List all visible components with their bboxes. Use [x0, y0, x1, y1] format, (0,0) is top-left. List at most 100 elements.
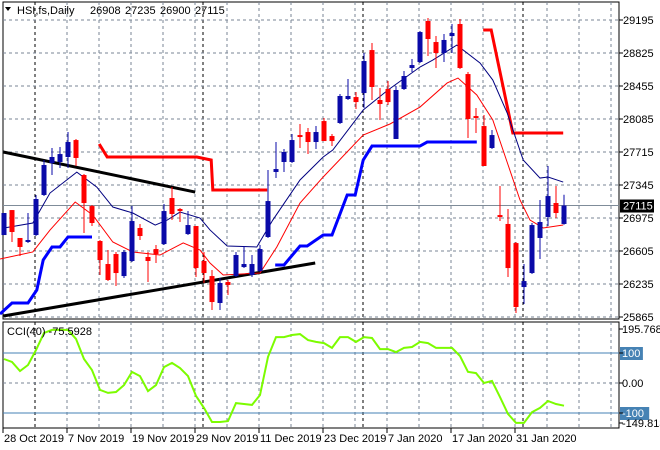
- candle-body: [129, 221, 135, 261]
- candle-body: [561, 205, 567, 224]
- time-label: 31 Jan 2020: [516, 433, 577, 445]
- cci-zero-label: 0.00: [622, 378, 643, 390]
- candle-body: [481, 126, 487, 167]
- candle-body: [497, 215, 503, 218]
- candle-body: [281, 152, 287, 162]
- candle-body: [41, 165, 47, 195]
- candle-bullish[interactable]: [257, 245, 263, 273]
- cci-max-label: 195.7682: [622, 324, 660, 336]
- candle-body: [425, 20, 431, 39]
- candle-body: [305, 132, 311, 143]
- price-label: 26235: [623, 279, 654, 291]
- candle-bearish[interactable]: [457, 19, 463, 70]
- candle-bullish[interactable]: [417, 31, 423, 63]
- candle-body: [505, 223, 511, 269]
- candle-body: [209, 276, 215, 303]
- time-label: 19 Nov 2019: [132, 433, 194, 445]
- candle-body: [337, 95, 343, 124]
- candle-body: [57, 154, 63, 162]
- time-label: 11 Dec 2019: [260, 433, 322, 445]
- candle-body: [265, 201, 271, 237]
- candle-body: [81, 175, 87, 204]
- time-label: 7 Jan 2020: [388, 433, 442, 445]
- price-label: 27345: [623, 180, 654, 192]
- time-label: 23 Dec 2019: [324, 433, 386, 445]
- candle-bullish[interactable]: [233, 251, 239, 278]
- price-label: 28825: [623, 48, 654, 60]
- candle-bearish[interactable]: [513, 241, 519, 313]
- grid: [2, 1, 620, 429]
- candle-body: [553, 203, 559, 214]
- candle-body: [89, 206, 95, 223]
- candle-body: [161, 211, 167, 245]
- low-value: 26900: [160, 5, 191, 17]
- candle-body: [433, 42, 439, 53]
- time-label: 17 Jan 2020: [452, 433, 513, 445]
- candle-body: [457, 24, 463, 68]
- candle-body: [409, 65, 415, 68]
- candle-body: [441, 39, 447, 53]
- symbol-label: HSI,fs,Daily: [17, 5, 75, 17]
- candle-body: [257, 249, 263, 271]
- candle-body: [385, 89, 391, 103]
- candle-body: [185, 225, 191, 235]
- price-panel-frame: [2, 1, 620, 320]
- candle-body: [105, 264, 111, 280]
- candle-body: [273, 169, 279, 172]
- candle-body: [449, 33, 455, 37]
- candle-bullish[interactable]: [121, 250, 127, 279]
- candle-body: [121, 251, 127, 277]
- high-value: 27235: [125, 5, 156, 17]
- candle-bullish[interactable]: [337, 94, 343, 124]
- candle-body: [361, 61, 367, 94]
- candle-body: [377, 100, 383, 105]
- candle-bullish[interactable]: [529, 222, 535, 275]
- candle-body: [233, 255, 239, 277]
- candle-body: [289, 140, 295, 162]
- candle-body: [153, 249, 159, 255]
- price-label: 26975: [623, 213, 654, 225]
- candle-body: [225, 282, 231, 285]
- price-label: 25865: [623, 312, 654, 324]
- cci-panel-frame: [2, 321, 620, 429]
- candle-body: [217, 283, 223, 303]
- candle-body: [17, 237, 23, 247]
- candle-body: [201, 260, 207, 274]
- candle-body: [33, 199, 39, 236]
- candle-body: [177, 208, 183, 212]
- price-label: 29195: [623, 15, 654, 27]
- current-price-label: 27115: [623, 201, 653, 213]
- cci-min-label: -149.813: [622, 418, 660, 430]
- candle-body: [529, 225, 535, 274]
- candle-bullish[interactable]: [33, 194, 39, 237]
- candle-bullish[interactable]: [1, 213, 7, 236]
- candle-bearish[interactable]: [89, 204, 95, 227]
- candle-body: [313, 132, 319, 143]
- close-value: 27115: [195, 5, 225, 17]
- candle-body: [473, 116, 479, 119]
- candle-body: [241, 264, 247, 268]
- candle-body: [393, 90, 399, 139]
- trading-chart[interactable]: 29195 28825 28455 28085 27715 27345 26975 26605…: [0, 0, 660, 450]
- time-label: 29 Nov 2019: [196, 433, 258, 445]
- candle-body: [401, 76, 407, 90]
- candle-body: [465, 74, 471, 119]
- candle-bearish[interactable]: [321, 118, 327, 142]
- price-label: 28085: [623, 114, 654, 126]
- candle-body: [521, 281, 527, 288]
- time-label: 7 Nov 2019: [68, 433, 124, 445]
- candle-body: [65, 142, 71, 157]
- candle-bullish[interactable]: [393, 86, 399, 139]
- candle-bullish[interactable]: [41, 160, 47, 197]
- candle-body: [169, 198, 175, 214]
- candle-body: [513, 243, 519, 308]
- candle-body: [49, 156, 55, 164]
- candle-body: [113, 254, 119, 274]
- candle-body: [297, 135, 303, 138]
- cci-level-high-label: 100: [622, 348, 640, 360]
- candle-body: [137, 227, 143, 237]
- candle-body: [1, 213, 7, 236]
- candle-body: [321, 121, 327, 142]
- candle-body: [25, 240, 31, 242]
- time-label: 28 Oct 2019: [4, 433, 64, 445]
